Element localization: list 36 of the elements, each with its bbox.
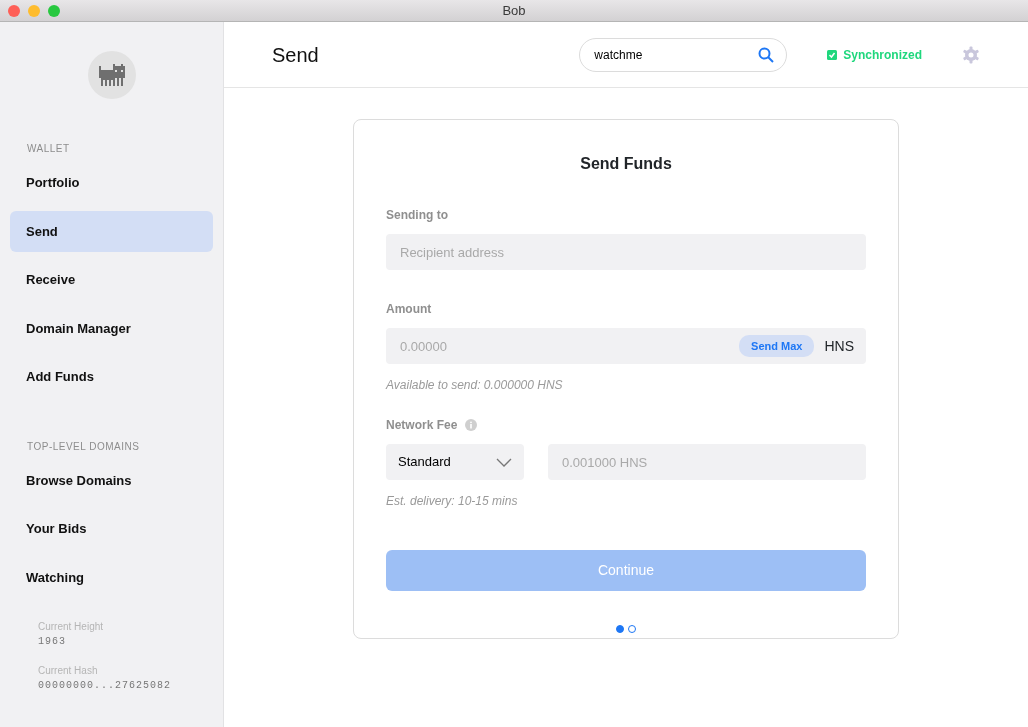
page-title: Send xyxy=(272,42,320,68)
sync-status: Synchronized xyxy=(843,46,922,64)
sidebar-item[interactable]: Browse Domains xyxy=(10,459,213,501)
info-value: 00000000...27625082 xyxy=(38,679,173,693)
sidebar-item[interactable]: Watching xyxy=(10,556,213,598)
sidebar-item[interactable]: Send xyxy=(10,210,213,252)
info-icon[interactable] xyxy=(465,419,478,431)
info-label: Current Height xyxy=(38,620,105,634)
field-label: Network Fee xyxy=(386,417,458,434)
chevron-down-icon xyxy=(496,457,512,467)
text-input[interactable]: 0.00000 xyxy=(398,328,740,364)
sidebar-item[interactable]: Domain Manager xyxy=(10,307,213,349)
section-heading: TOP-LEVEL DOMAINS xyxy=(26,439,141,454)
close-window-button[interactable] xyxy=(8,4,20,17)
field-label: Amount xyxy=(386,301,433,318)
field-label: Sending to xyxy=(386,207,449,224)
unit-label: HNS xyxy=(824,336,854,356)
amount-field[interactable]: 0.00000 Send Max HNS xyxy=(386,328,866,364)
sidebar-item[interactable]: Portfolio xyxy=(10,162,213,204)
sidebar-item[interactable]: Add Funds xyxy=(10,356,213,398)
pixel-cat-icon xyxy=(98,64,125,86)
text-input[interactable]: watchme xyxy=(592,38,759,71)
search-icon xyxy=(758,46,775,63)
window-title: Bob xyxy=(501,1,527,20)
section-heading: WALLET xyxy=(26,142,71,156)
sidebar-item[interactable]: Receive xyxy=(10,259,213,301)
card-title: Send Funds xyxy=(579,154,673,174)
info-label: Current Hash xyxy=(38,664,99,678)
hint-text: Est. delivery: 10-15 mins xyxy=(386,493,519,510)
fee-dropdown[interactable]: Standard xyxy=(386,444,524,480)
minimize-window-button[interactable] xyxy=(28,4,40,17)
settings-icon[interactable] xyxy=(962,45,980,64)
info-value: 1963 xyxy=(38,635,67,649)
hint-text: Available to send: 0.000000 HNS xyxy=(386,377,564,394)
sidebar-item[interactable]: Your Bids xyxy=(10,508,213,550)
zoom-window-button[interactable] xyxy=(48,4,60,17)
